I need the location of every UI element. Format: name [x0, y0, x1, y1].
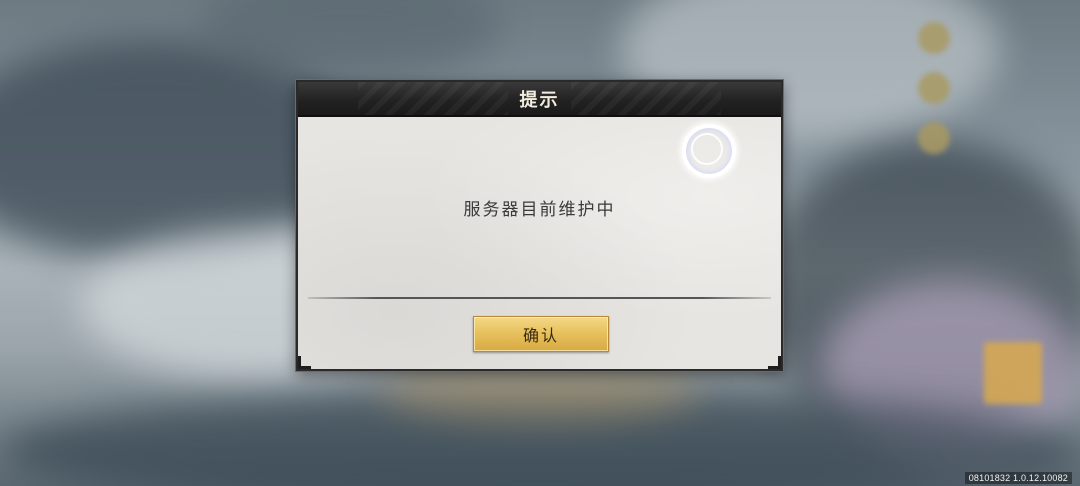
game-background: 提示 服务器目前维护中 确认 08101832 1.0.12.10082 — [0, 0, 1080, 486]
confirm-button-label: 确认 — [522, 326, 559, 345]
dialog-message: 服务器目前维护中 — [463, 200, 616, 220]
dialog-title-bar: 提示 — [298, 82, 781, 117]
dialog-corner-decoration — [298, 356, 311, 369]
side-menu-icon — [918, 22, 950, 54]
dialog-title: 提示 — [519, 89, 560, 111]
version-label: 08101832 1.0.12.10082 — [964, 472, 1072, 484]
dialog-corner-decoration — [768, 356, 781, 369]
confirm-button[interactable]: 确认 — [473, 316, 609, 352]
notice-dialog: 提示 服务器目前维护中 确认 — [296, 80, 783, 371]
side-action-button — [984, 342, 1042, 404]
side-menu-icon — [918, 72, 950, 104]
loading-ring-icon — [682, 124, 736, 178]
side-menu-icon — [918, 122, 950, 154]
dialog-divider — [308, 297, 771, 299]
